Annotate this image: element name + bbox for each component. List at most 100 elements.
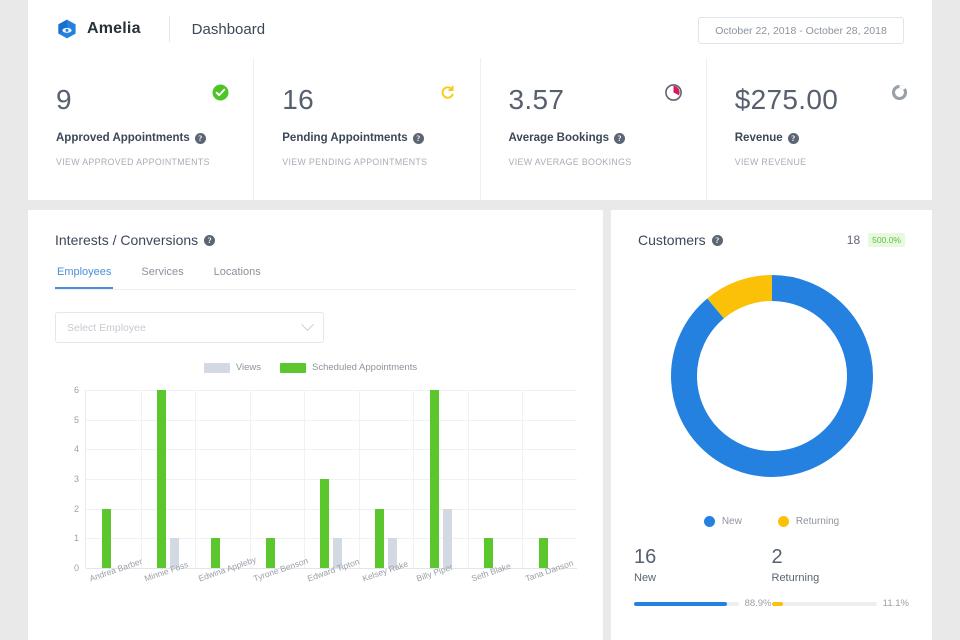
refresh-icon	[439, 84, 456, 101]
interests-conversions-panel: Interests / Conversions ? Employees Serv…	[28, 210, 603, 640]
y-axis-tick: 3	[74, 474, 79, 484]
bar-scheduled-appointments[interactable]	[102, 509, 111, 568]
bar-scheduled-appointments[interactable]	[375, 509, 384, 568]
legend-label-views: Views	[236, 362, 261, 373]
chevron-down-icon	[301, 318, 314, 331]
legend-dot-new	[704, 516, 715, 527]
bar-scheduled-appointments[interactable]	[211, 538, 220, 568]
stat-returning-label: Returning	[772, 572, 910, 584]
bar-group[interactable]: Billy Piper	[413, 390, 468, 568]
view-pending-appointments-link[interactable]: VIEW PENDING APPOINTMENTS	[282, 157, 479, 167]
select-employee-dropdown[interactable]: Select Employee	[55, 312, 324, 343]
view-approved-appointments-link[interactable]: VIEW APPROVED APPOINTMENTS	[56, 157, 253, 167]
kpi-label: Pending Appointments ?	[282, 132, 479, 144]
kpi-label-text: Revenue	[735, 132, 783, 144]
customers-panel: Customers ? 18 500.0% New Returning	[611, 210, 932, 640]
y-axis-tick: 5	[74, 415, 79, 425]
kpi-label: Revenue ?	[735, 132, 932, 144]
kpi-label: Average Bookings ?	[509, 132, 706, 144]
customers-growth-badge: 500.0%	[868, 233, 905, 247]
tab-services[interactable]: Services	[139, 266, 185, 289]
customers-summary: 18 500.0%	[847, 233, 905, 247]
top-bar: Amelia Dashboard October 22, 2018 - Octo…	[28, 0, 932, 58]
legend-item-scheduled-appointments: Scheduled Appointments	[280, 362, 417, 373]
interests-title: Interests / Conversions ?	[28, 210, 603, 248]
help-icon[interactable]: ?	[204, 235, 215, 246]
customers-header: Customers ? 18 500.0%	[611, 210, 932, 248]
legend-label-scheduled: Scheduled Appointments	[312, 362, 417, 373]
brand-name: Amelia	[87, 20, 141, 38]
brand[interactable]: Amelia	[28, 18, 141, 40]
stat-returning-value: 2	[772, 546, 910, 569]
page-title: Dashboard	[192, 21, 265, 38]
bar-views[interactable]	[443, 509, 452, 568]
tab-locations[interactable]: Locations	[212, 266, 263, 289]
help-icon[interactable]: ?	[614, 133, 625, 144]
x-axis-label: Minnie Foss	[143, 559, 190, 583]
donut-segment-new	[684, 288, 860, 464]
bar-scheduled-appointments[interactable]	[484, 538, 493, 568]
view-revenue-link[interactable]: VIEW REVENUE	[735, 157, 932, 167]
customers-title-text: Customers	[638, 232, 706, 248]
bar-scheduled-appointments[interactable]	[157, 390, 166, 568]
donut-svg	[664, 268, 880, 484]
help-icon[interactable]: ?	[788, 133, 799, 144]
progress-new: 88.9%	[634, 598, 772, 609]
legend-label-new: New	[722, 516, 742, 527]
header-divider	[169, 16, 170, 42]
bar-scheduled-appointments[interactable]	[430, 390, 439, 568]
y-axis-tick: 4	[74, 444, 79, 454]
bar-chart-legend: Views Scheduled Appointments	[28, 362, 603, 373]
customers-stats: 16 New 2 Returning	[634, 546, 909, 584]
customers-title: Customers ?	[638, 232, 723, 248]
stat-new-label: New	[634, 572, 772, 584]
view-average-bookings-link[interactable]: VIEW AVERAGE BOOKINGS	[509, 157, 706, 167]
stat-new-value: 16	[634, 546, 772, 569]
legend-swatch-views	[204, 363, 230, 373]
bar-group[interactable]: Minnie Foss	[141, 390, 196, 568]
legend-dot-returning	[778, 516, 789, 527]
check-circle-icon	[212, 84, 229, 101]
donut-icon	[891, 84, 908, 101]
stat-new: 16 New	[634, 546, 772, 584]
customers-legend: New Returning	[611, 516, 932, 527]
customers-count: 18	[847, 233, 860, 247]
y-axis-tick: 1	[74, 533, 79, 543]
kpi-label-text: Average Bookings	[509, 132, 610, 144]
help-icon[interactable]: ?	[413, 133, 424, 144]
progress-fill-returning	[772, 602, 784, 606]
customers-progress-bars: 88.9% 11.1%	[634, 598, 909, 609]
help-icon[interactable]: ?	[195, 133, 206, 144]
bar-scheduled-appointments[interactable]	[266, 538, 275, 568]
y-axis-tick: 2	[74, 504, 79, 514]
kpi-card-approved-appointments: 9 Approved Appointments ? VIEW APPROVED …	[28, 58, 253, 200]
interests-title-text: Interests / Conversions	[55, 232, 198, 248]
legend-item-views: Views	[204, 362, 261, 373]
pie-chart-icon	[665, 84, 682, 101]
x-axis-label: Tana Danson	[524, 558, 575, 584]
bar-scheduled-appointments[interactable]	[539, 538, 548, 568]
bar-scheduled-appointments[interactable]	[320, 479, 329, 568]
progress-track-returning	[772, 602, 877, 606]
progress-track-new	[634, 602, 739, 606]
legend-label-returning: Returning	[796, 516, 839, 527]
progress-fill-new	[634, 602, 727, 606]
progress-returning: 11.1%	[772, 598, 910, 609]
bar-chart-plot-area: 0123456Andrea BarberMinnie FossEdwina Ap…	[85, 390, 577, 568]
help-icon[interactable]: ?	[712, 235, 723, 246]
tab-employees[interactable]: Employees	[55, 266, 113, 289]
date-range-picker[interactable]: October 22, 2018 - October 28, 2018	[698, 17, 904, 44]
stat-returning: 2 Returning	[772, 546, 910, 584]
y-axis-tick: 6	[74, 385, 79, 395]
bar-group[interactable]: Kelsey Rake	[359, 390, 414, 568]
kpi-label-text: Pending Appointments	[282, 132, 407, 144]
bar-group[interactable]: Edward Tipton	[304, 390, 359, 568]
bar-group[interactable]: Seth Blake	[468, 390, 523, 568]
bar-group[interactable]: Edwina Appleby	[195, 390, 250, 568]
legend-item-new: New	[704, 516, 742, 527]
bar-group[interactable]: Andrea Barber	[86, 390, 141, 568]
bar-group[interactable]: Tana Danson	[522, 390, 577, 568]
progress-percent-returning: 11.1%	[883, 598, 909, 609]
bar-group[interactable]: Tyrone Benson	[250, 390, 305, 568]
x-axis-label: Kelsey Rake	[361, 558, 409, 583]
